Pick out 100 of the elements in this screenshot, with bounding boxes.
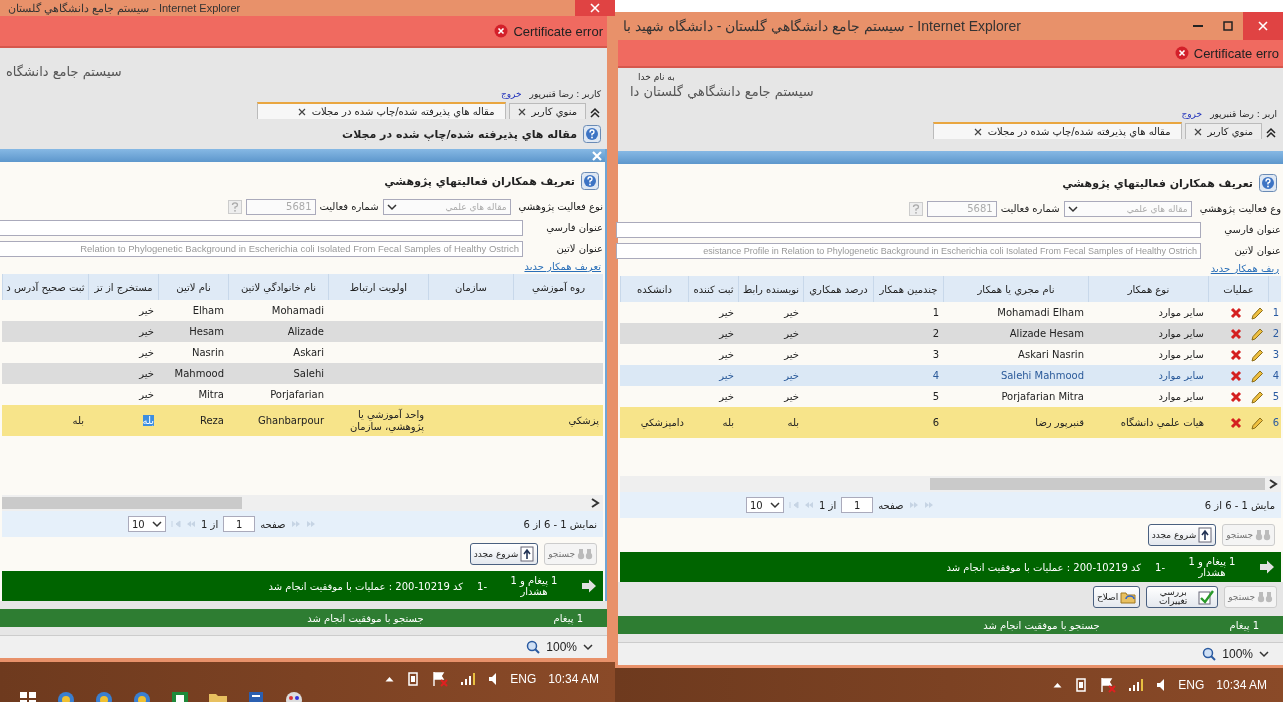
column-header[interactable]: دانشكده (637, 283, 672, 295)
delete-icon[interactable] (1230, 390, 1242, 403)
message-count: 1 پيغام و 1 هشدار (509, 575, 559, 597)
zoom-level[interactable]: 100% (546, 640, 577, 654)
language-indicator[interactable]: ENG (510, 672, 537, 686)
column-header[interactable]: چندمين همكار (879, 283, 938, 295)
table-cell: Ghanbarpour (257, 415, 324, 426)
close-icon[interactable] (297, 107, 306, 116)
device-icon[interactable] (406, 671, 421, 687)
help-icon (1259, 174, 1277, 192)
table-cell: قنبرپور رضا (1035, 417, 1084, 428)
tab[interactable]: مقاله هاي پذيرفته شده/چاپ شده در مجلات (932, 122, 1182, 139)
tab[interactable]: منوي كاربر (508, 103, 586, 119)
column-header[interactable]: نام لاتين (176, 281, 211, 293)
edit-icon[interactable] (1250, 415, 1264, 430)
review-button[interactable]: بررسي تغييرات (1146, 586, 1219, 608)
edit-icon[interactable] (1250, 305, 1264, 320)
page-number-field[interactable]: 1 (223, 516, 256, 532)
device-icon[interactable] (1074, 677, 1089, 693)
delete-icon[interactable] (1230, 416, 1242, 429)
column-header[interactable]: نام مجري يا همكار (977, 283, 1055, 295)
certificate-error-button[interactable]: Certificate error (490, 23, 607, 39)
reset-button[interactable]: شروع مجدد (1147, 524, 1217, 546)
column-header[interactable]: روه آموزشي (532, 281, 585, 293)
close-icon[interactable] (973, 127, 982, 136)
zoom-icon[interactable] (1202, 647, 1217, 661)
signal-icon[interactable] (460, 672, 477, 686)
close-icon (590, 3, 600, 13)
page-total: از 1 (819, 499, 837, 511)
delete-icon[interactable] (1230, 348, 1242, 361)
persian-title-field[interactable] (0, 219, 523, 236)
clock[interactable]: 10:34 AM (548, 672, 599, 686)
flag-icon[interactable] (1100, 677, 1117, 693)
edit-button[interactable]: اصلاح (1092, 586, 1141, 608)
column-header[interactable]: نام خانوادگي لاتين (241, 281, 316, 293)
close-button[interactable] (575, 0, 615, 16)
column-header[interactable]: نوع همكار (1127, 283, 1170, 295)
page-number-field[interactable]: 1 (841, 497, 874, 513)
table-cell: ساير موارد (1158, 307, 1204, 318)
edit-icon[interactable] (1250, 347, 1264, 362)
horizontal-scrollbar[interactable] (2, 495, 603, 511)
delete-icon[interactable] (1230, 369, 1242, 382)
logout-link[interactable]: خروج (500, 89, 522, 99)
zoom-icon[interactable] (526, 640, 541, 654)
page-size-select[interactable]: 10 (128, 516, 166, 532)
language-indicator[interactable]: ENG (1178, 678, 1205, 692)
speaker-icon[interactable] (488, 672, 499, 686)
column-header[interactable]: درصد همكاري (809, 283, 868, 295)
window-title: سيستم جامع دانشگاهي گلستان - دانشگاه شهيد با - Internet Explorer (623, 18, 1022, 34)
column-header[interactable]: نويسنده رابط (742, 283, 800, 295)
tab[interactable]: منوي كاربر (1184, 123, 1262, 139)
row-number: 1 (1272, 307, 1279, 318)
column-header[interactable]: مستخرج از تز (94, 281, 153, 293)
edit-icon[interactable] (1250, 368, 1264, 383)
delete-icon[interactable] (1230, 327, 1242, 340)
close-icon[interactable] (517, 107, 526, 116)
table-cell: دامپزشكي (640, 417, 684, 428)
reset-button[interactable]: شروع مجدد (469, 543, 539, 565)
persian-title-field[interactable] (616, 221, 1201, 238)
column-header[interactable]: سازمان (455, 281, 487, 293)
close-icon[interactable] (1193, 127, 1202, 136)
table-cell: خير (719, 370, 734, 381)
start-icon[interactable] (18, 690, 38, 702)
document-icon[interactable] (246, 690, 266, 702)
palette-icon[interactable] (284, 690, 304, 702)
certificate-error-button[interactable]: Certificate erro (1170, 45, 1283, 61)
delete-icon[interactable] (1230, 306, 1242, 319)
spreadsheet-icon[interactable] (170, 690, 190, 702)
site-title: سيستم جامع دانشگاه (6, 64, 122, 79)
table-cell: 3 (932, 349, 939, 360)
signal-icon[interactable] (1128, 678, 1145, 692)
show-hidden-icon[interactable] (385, 676, 395, 682)
collapse-icon[interactable] (1265, 127, 1277, 139)
collapse-icon[interactable] (589, 107, 601, 119)
logout-link[interactable]: خروج (1181, 109, 1203, 119)
tab[interactable]: مقاله هاي پذيرفته شده/چاپ شده در مجلات (256, 102, 506, 119)
edit-icon[interactable] (1250, 326, 1264, 341)
caret-icon (386, 202, 397, 211)
page-size-select[interactable]: 10 (746, 497, 784, 513)
table-cell: بله (787, 417, 799, 428)
new-colleague-link[interactable]: تعريف همكار جديد (522, 259, 603, 274)
dropdown-icon (1259, 650, 1269, 658)
column-header[interactable]: اولويت ارتباط (349, 281, 408, 293)
column-header[interactable]: ثبت صحيح آدرس د (6, 281, 85, 293)
new-colleague-link[interactable]: ريف همكار جديد (1208, 261, 1281, 276)
show-hidden-icon[interactable] (1053, 682, 1063, 688)
browser-icon[interactable] (94, 690, 114, 702)
speaker-icon[interactable] (1156, 678, 1167, 692)
flag-icon[interactable] (432, 671, 449, 687)
browser-icon[interactable] (132, 690, 152, 702)
table-cell: Salehi Mahmood (1000, 370, 1084, 381)
user-label: اربر : رضا قنبرپور (1210, 109, 1277, 119)
zoom-level[interactable]: 100% (1222, 647, 1253, 661)
horizontal-scrollbar[interactable] (620, 476, 1281, 492)
table-cell: Salehi (293, 368, 324, 379)
table-cell: خير (784, 349, 799, 360)
column-header[interactable]: ثبت كننده (693, 283, 734, 295)
clock[interactable]: 10:34 AM (1216, 678, 1267, 692)
browser-icon[interactable] (56, 690, 76, 702)
edit-icon[interactable] (1250, 389, 1264, 404)
